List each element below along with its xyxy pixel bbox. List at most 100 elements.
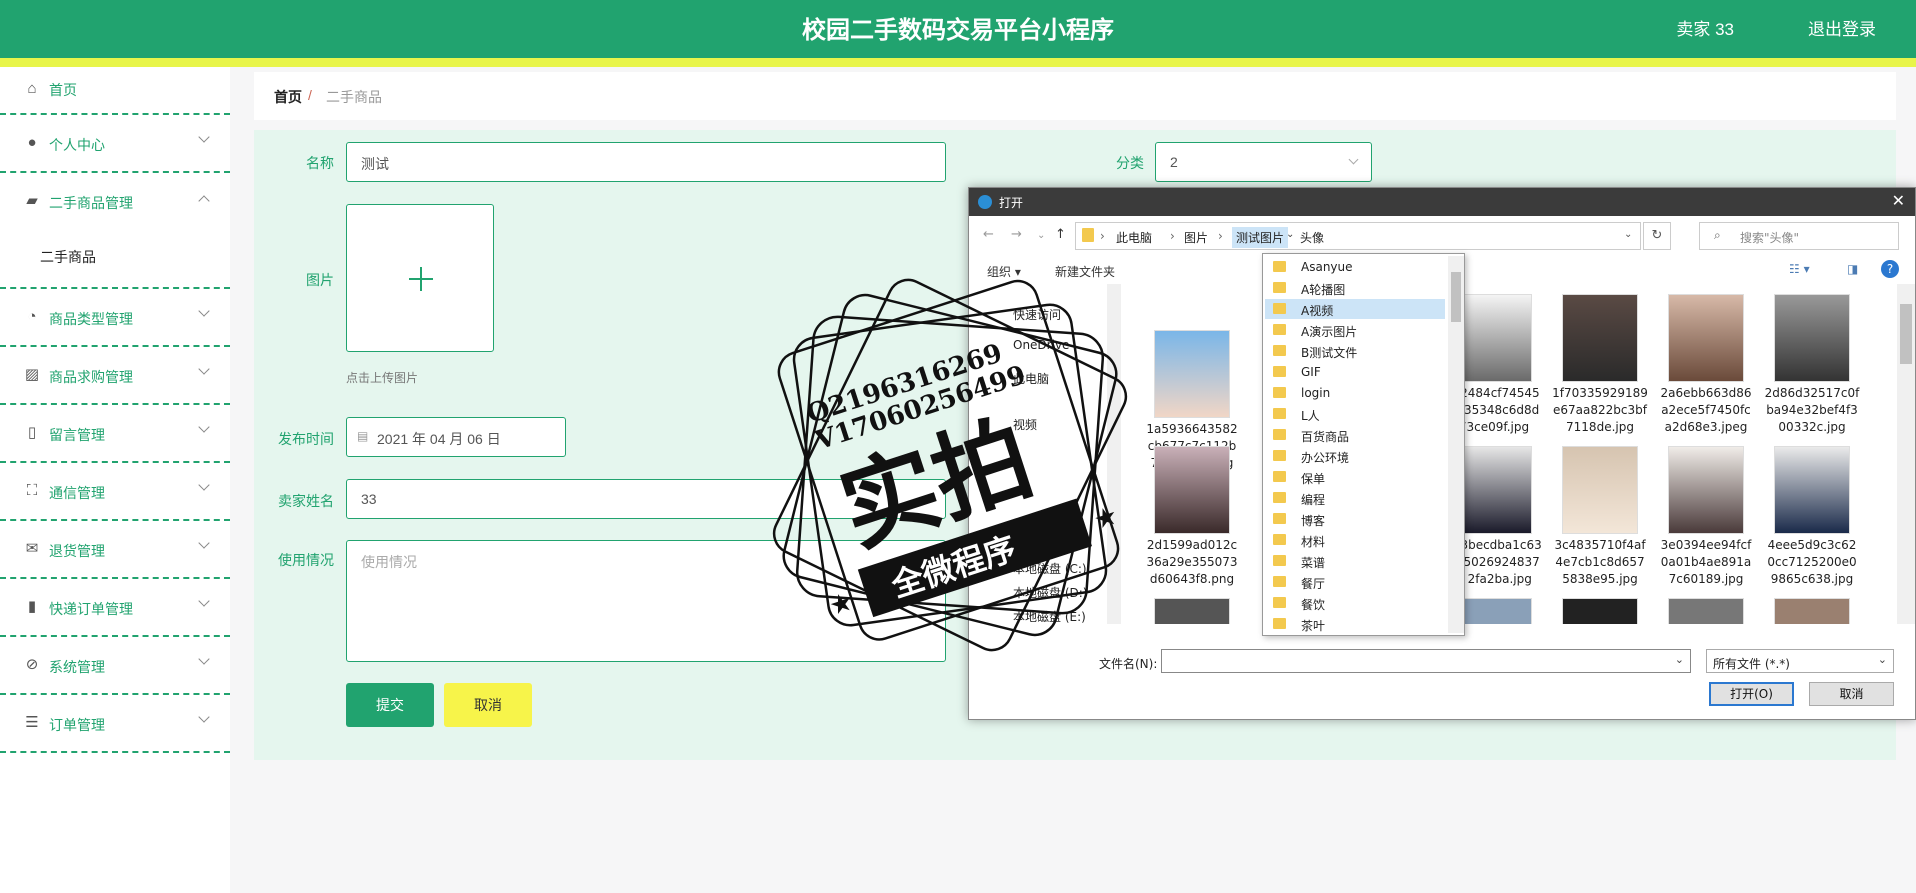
category-select[interactable]: 2 [1155,142,1372,182]
folder-icon [1273,261,1286,272]
folder-item[interactable]: GIF [1265,362,1445,382]
filename-input[interactable]: ⌄ [1161,649,1691,673]
sidebar-item-category[interactable]: ◔ 商品类型管理 [0,289,230,347]
folder-item-highlighted[interactable]: A视频 [1265,299,1445,319]
help-icon[interactable]: ? [1881,260,1899,278]
date-picker[interactable]: ▤ 2021 年 04 月 06 日 [346,417,566,457]
address-bar[interactable]: › 此电脑 › 图片 › 测试图片 ⌄ 头像 ⌄ [1075,222,1641,250]
sidebar-item-communication[interactable]: ⛶ 通信管理 [0,463,230,521]
logout-link[interactable]: 退出登录 [1808,15,1876,40]
dialog-search-input[interactable]: ⌕ 搜索"头像" [1699,222,1899,250]
tree-item[interactable]: 此电脑 [1013,370,1049,387]
chevron-down-icon[interactable]: ⌄ [1675,653,1684,666]
path-segment-active[interactable]: 测试图片 [1232,227,1289,248]
usage-label: 使用情况 [278,552,334,568]
open-button[interactable]: 打开(O) [1709,682,1794,706]
folder-item[interactable]: 保单 [1265,467,1445,487]
scrollbar-thumb[interactable] [1900,304,1912,364]
sidebar-item-system[interactable]: ⊘ 系统管理 [0,637,230,695]
refresh-icon[interactable]: ↻ [1643,222,1671,250]
file-item[interactable]: 4eee5d9c3c620cc7125200e09865c638.jpg [1764,446,1860,588]
sidebar-item-home[interactable]: ⌂ 首页 [0,67,230,115]
folder-label: 餐饮 [1301,598,1326,612]
back-icon[interactable]: ← [983,227,994,242]
folder-item[interactable]: L人 [1265,404,1445,424]
dialog-title: 打开 [999,196,1024,210]
folder-item[interactable]: Asanyue [1265,257,1445,277]
file-item[interactable]: 3c4835710f4af4e7cb1c8d6575838e95.jpg [1552,446,1648,588]
folder-item[interactable]: 百货商品 [1265,425,1445,445]
seller-field[interactable]: 33 [346,479,946,519]
sidebar-item-express[interactable]: ▮ 快递订单管理 [0,579,230,637]
file-thumbnail [1562,598,1638,624]
image-upload[interactable] [346,204,494,352]
sidebar-item-returns[interactable]: ✉ 退货管理 [0,521,230,579]
folder-icon [1273,597,1286,608]
folder-label: GIF [1301,365,1321,379]
file-item[interactable]: 2a6ebb663d86a2ece5f7450fca2d68e3.jpeg [1658,294,1754,436]
address-dropdown-icon[interactable]: ⌄ [1624,229,1632,240]
sidebar-item-label: 通信管理 [49,485,105,501]
tree-item[interactable]: 视频 [1013,416,1037,433]
up-icon[interactable]: ↑ [1055,227,1066,242]
folder-item[interactable]: 餐饮 [1265,593,1445,613]
file-item[interactable]: 2d1599ad012c36a29e355073d60643f8.png [1144,446,1240,588]
folder-icon [1273,324,1286,335]
file-thumbnail [1154,598,1230,624]
sidebar-item-message[interactable]: ▯ 留言管理 [0,405,230,463]
sidebar-item-goods[interactable]: ▰ 二手商品管理 [0,173,230,231]
folder-item[interactable]: 编程 [1265,488,1445,508]
view-icon[interactable]: ☷ ▾ [1789,262,1810,276]
folder-item[interactable]: 办公环境 [1265,446,1445,466]
submit-button[interactable]: 提交 [346,683,434,727]
file-item[interactable]: 3e0394ee94fcf0a01b4ae891a7c60189.jpg [1658,446,1754,588]
path-segment[interactable]: 头像 [1300,229,1324,246]
folder-item[interactable]: A轮播图 [1265,278,1445,298]
folder-item[interactable]: 茶叶 [1265,614,1445,634]
forward-icon[interactable]: → [1011,227,1022,242]
preview-pane-icon[interactable]: ◨ [1847,262,1858,276]
filetype-select[interactable]: 所有文件 (*.*) ⌄ [1706,649,1894,673]
dialog-cancel-button[interactable]: 取消 [1809,682,1894,706]
tree-item[interactable]: 本地磁盘 (D:) [1013,584,1087,601]
file-item[interactable]: 2d86d32517c0fba94e32bef4f300332c.jpg [1764,294,1860,436]
new-folder-button[interactable]: 新建文件夹 [1055,263,1115,280]
name-field[interactable]: 测试 [346,142,946,182]
file-item[interactable]: 1f70335929189e67aa822bc3bf7118de.jpg [1552,294,1648,436]
folder-item[interactable]: B测试文件 [1265,341,1445,361]
sidebar-item-purchase[interactable]: ▨ 商品求购管理 [0,347,230,405]
seller-label: 卖家姓名 [278,493,334,509]
path-segment[interactable]: 此电脑 [1116,229,1152,246]
tree-scrollbar[interactable] [1107,284,1121,624]
breadcrumb-home[interactable]: 首页 [274,87,302,107]
folder-label: L人 [1301,409,1320,423]
tree-item[interactable]: 快速访问 [1013,306,1061,323]
date-label: 发布时间 [278,431,334,447]
sidebar-subitem-goods[interactable]: 二手商品 [40,247,96,267]
file-grid-scrollbar[interactable] [1897,284,1915,624]
chevron-down-icon[interactable]: ⌄ [1286,229,1294,240]
scrollbar-thumb[interactable] [1451,272,1461,322]
folder-item[interactable]: 材料 [1265,530,1445,550]
sidebar-item-label: 系统管理 [49,659,105,675]
folder-item[interactable]: 菜谱 [1265,551,1445,571]
folder-icon [1273,450,1286,461]
path-segment[interactable]: 图片 [1184,229,1208,246]
sidebar-item-profile[interactable]: ● 个人中心 [0,115,230,173]
usage-textarea[interactable]: 使用情况 [346,540,946,662]
folder-item[interactable]: A演示图片 [1265,320,1445,340]
sidebar-item-orders[interactable]: ☰ 订单管理 [0,695,230,753]
folder-item[interactable]: login [1265,383,1445,403]
close-icon[interactable]: ✕ [1892,191,1905,210]
cancel-button[interactable]: 取消 [444,683,532,727]
folder-item[interactable]: 餐厅 [1265,572,1445,592]
tree-item[interactable]: 本地磁盘 (E:) [1013,608,1086,625]
search-icon: ⌕ [1714,228,1721,242]
tree-item[interactable]: 本地磁盘 (C:) [1013,560,1087,577]
folder-icon [1273,345,1286,356]
tree-item[interactable]: OneDrive [1013,338,1069,352]
folder-item[interactable]: 博客 [1265,509,1445,529]
organize-button[interactable]: 组织 ▾ [987,263,1021,280]
recent-dropdown-icon[interactable]: ⌄ [1037,230,1045,241]
dropdown-scrollbar[interactable] [1448,256,1464,633]
